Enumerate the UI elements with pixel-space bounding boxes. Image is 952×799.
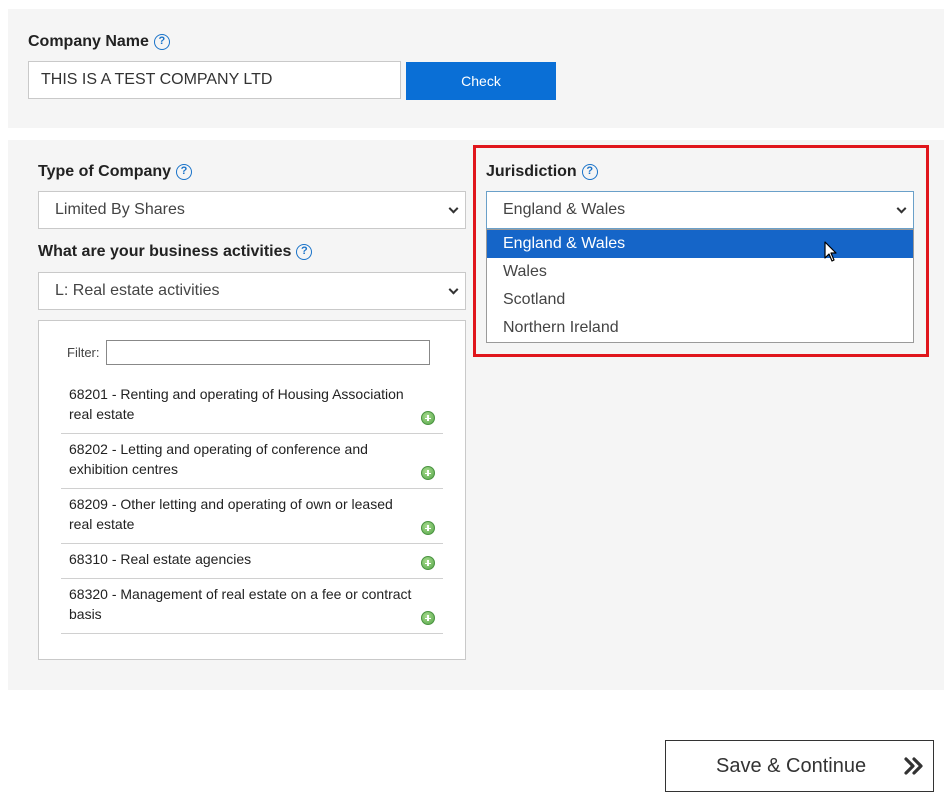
chevron-down-icon <box>448 284 459 295</box>
jurisdiction-option-wales[interactable]: Wales <box>487 258 913 286</box>
plus-circle-icon[interactable] <box>421 411 435 425</box>
type-of-company-value: Limited By Shares <box>55 201 185 218</box>
plus-circle-icon[interactable] <box>421 521 435 535</box>
plus-circle-icon[interactable] <box>421 611 435 625</box>
activity-item: 68201 - Renting and operating of Housing… <box>61 379 443 434</box>
activity-item-text: 68320 - Management of real estate on a f… <box>69 586 412 622</box>
type-of-company-select[interactable]: Limited By Shares <box>38 191 466 229</box>
business-activities-label-text: What are your business activities <box>38 243 292 260</box>
help-icon[interactable]: ? <box>176 164 193 180</box>
jurisdiction-select[interactable]: England & Wales <box>486 191 914 229</box>
help-icon[interactable]: ? <box>296 244 313 260</box>
jurisdiction-label: Jurisdiction ? <box>486 163 598 181</box>
save-continue-button[interactable]: Save & Continue <box>665 740 934 792</box>
double-chevron-right-icon <box>904 757 923 775</box>
type-of-company-label: Type of Company ? <box>38 163 193 181</box>
filter-label: Filter: <box>67 345 100 360</box>
jurisdiction-dropdown-list: England & Wales Wales Scotland Northern … <box>486 229 914 343</box>
business-activities-select[interactable]: L: Real estate activities <box>38 272 466 310</box>
business-activities-value: L: Real estate activities <box>55 282 220 299</box>
activities-list-box: Filter: 68201 - Renting and operating of… <box>38 320 466 660</box>
activity-item-text: 68310 - Real estate agencies <box>69 551 252 567</box>
help-icon[interactable]: ? <box>153 34 170 50</box>
activity-item: 68202 - Letting and operating of confere… <box>61 434 443 489</box>
mouse-pointer-icon <box>824 241 837 262</box>
company-name-label-text: Company Name <box>28 33 149 50</box>
save-continue-label: Save & Continue <box>716 754 867 777</box>
business-activities-label: What are your business activities ? <box>38 243 313 261</box>
check-button[interactable]: Check <box>406 62 556 100</box>
activity-item: 68320 - Management of real estate on a f… <box>61 579 443 634</box>
filter-input[interactable] <box>106 340 430 365</box>
jurisdiction-option-northern-ireland[interactable]: Northern Ireland <box>487 314 913 342</box>
jurisdiction-label-text: Jurisdiction <box>486 163 577 180</box>
activity-item-text: 68209 - Other letting and operating of o… <box>69 496 393 532</box>
jurisdiction-option-scotland[interactable]: Scotland <box>487 286 913 314</box>
activity-item-text: 68201 - Renting and operating of Housing… <box>69 386 404 422</box>
company-name-label: Company Name ? <box>28 33 170 51</box>
activity-item: 68310 - Real estate agencies <box>61 544 443 579</box>
jurisdiction-value: England & Wales <box>503 201 626 218</box>
chevron-down-icon <box>896 203 907 214</box>
plus-circle-icon[interactable] <box>421 556 435 570</box>
plus-circle-icon[interactable] <box>421 466 435 480</box>
company-name-value: THIS IS A TEST COMPANY LTD <box>41 71 273 88</box>
company-name-input[interactable]: THIS IS A TEST COMPANY LTD <box>28 61 401 99</box>
jurisdiction-option-england-wales[interactable]: England & Wales <box>487 230 913 258</box>
type-of-company-label-text: Type of Company <box>38 163 172 180</box>
help-icon[interactable]: ? <box>581 164 598 180</box>
chevron-down-icon <box>448 203 459 214</box>
activity-item-text: 68202 - Letting and operating of confere… <box>69 441 368 477</box>
activity-item: 68209 - Other letting and operating of o… <box>61 489 443 544</box>
